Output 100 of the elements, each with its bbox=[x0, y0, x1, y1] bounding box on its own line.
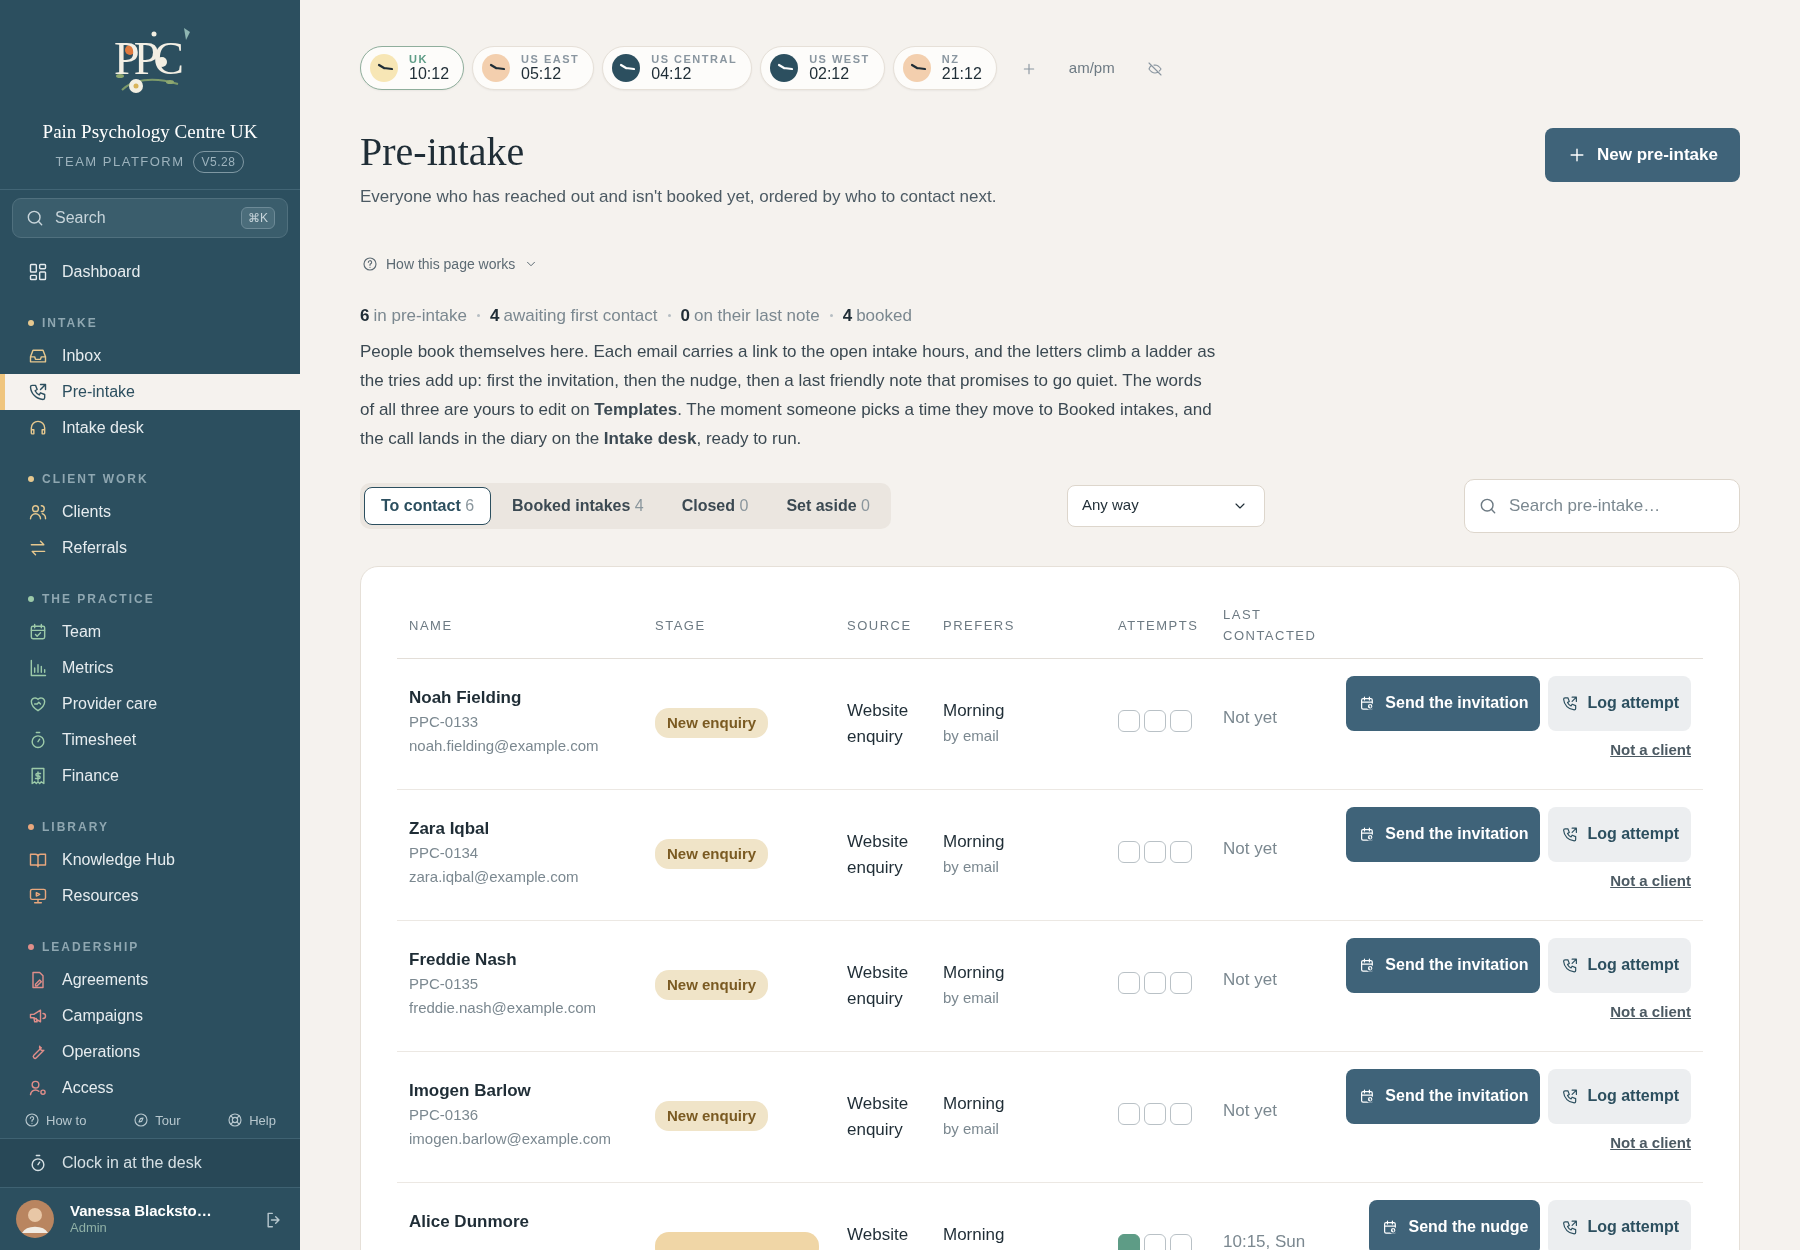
inline-link[interactable]: Templates bbox=[594, 399, 678, 419]
search-field[interactable]: Search ⌘K bbox=[12, 197, 288, 238]
clock-chip[interactable]: US EAST 05:12 bbox=[472, 46, 595, 90]
send-button[interactable]: Send the invitation bbox=[1346, 675, 1541, 731]
attempt-checkbox[interactable] bbox=[1118, 1102, 1140, 1125]
last-contacted: Not yet bbox=[1223, 1100, 1277, 1120]
zone-label: US CENTRAL bbox=[651, 53, 738, 65]
nav-item[interactable]: Agreements bbox=[0, 961, 300, 998]
send-button[interactable]: Send the nudge bbox=[1369, 1199, 1541, 1250]
nav-item[interactable]: Campaigns bbox=[0, 997, 300, 1034]
nav-item[interactable]: Provider care bbox=[0, 685, 300, 722]
attempt-checkbox[interactable] bbox=[1118, 971, 1140, 994]
not-a-client-link[interactable]: Not a client bbox=[1610, 1000, 1691, 1023]
source-text: Website bbox=[847, 1223, 910, 1246]
nav-item[interactable]: Inbox bbox=[0, 337, 300, 374]
attempt-checkbox[interactable] bbox=[1170, 1102, 1192, 1125]
nav-item[interactable]: Referrals bbox=[0, 529, 300, 566]
compass-icon bbox=[133, 1112, 150, 1129]
tab[interactable]: Closed 0 bbox=[664, 486, 766, 525]
zone-label: NZ bbox=[941, 53, 961, 65]
client-email: freddie.nash@example.com bbox=[409, 998, 597, 1018]
nav-item[interactable]: Operations bbox=[0, 1033, 300, 1070]
tab[interactable]: To contact 6 bbox=[364, 486, 492, 525]
clock-chip[interactable]: US WEST 02:12 bbox=[760, 46, 885, 90]
attempt-checkbox[interactable] bbox=[1118, 709, 1140, 732]
attempt-checkbox[interactable] bbox=[1170, 840, 1192, 863]
send-button[interactable]: Send the invitation bbox=[1346, 937, 1541, 993]
attempt-checkbox[interactable] bbox=[1118, 840, 1140, 863]
nav-item[interactable]: Knowledge Hub bbox=[0, 841, 300, 878]
client-email: zara.iqbal@example.com bbox=[409, 867, 580, 887]
log-attempt-button[interactable]: Log attempt bbox=[1548, 806, 1691, 862]
nav-item[interactable]: Clients bbox=[0, 493, 300, 530]
attempt-checkbox[interactable] bbox=[1144, 1102, 1166, 1125]
not-a-client-link[interactable]: Not a client bbox=[1610, 1131, 1691, 1154]
last-contacted: 10:15, Sun bbox=[1223, 1231, 1306, 1250]
client-ref: PPC-0135 bbox=[409, 974, 480, 994]
attempt-checkbox[interactable] bbox=[1170, 1233, 1192, 1250]
clock-chip[interactable]: US CENTRAL 04:12 bbox=[602, 46, 753, 90]
nav-item[interactable]: Dashboard bbox=[0, 253, 300, 290]
send-button[interactable]: Send the invitation bbox=[1346, 806, 1541, 862]
eye-off-icon bbox=[1146, 60, 1163, 77]
section-heading: LEADERSHIP bbox=[42, 938, 140, 956]
preference-text: Morning bbox=[943, 1223, 1006, 1246]
logo-text: PPC bbox=[114, 36, 180, 82]
attempt-checkbox[interactable] bbox=[1144, 709, 1166, 732]
attempt-checkbox[interactable] bbox=[1118, 1233, 1140, 1250]
nav-item[interactable]: Finance bbox=[0, 757, 300, 794]
clock-time: 05:12 bbox=[521, 64, 563, 83]
attempt-checkbox[interactable] bbox=[1170, 971, 1192, 994]
nav-item[interactable]: Timesheet bbox=[0, 721, 300, 758]
attempt-checkbox[interactable] bbox=[1144, 1233, 1166, 1250]
column-header: STAGE bbox=[654, 616, 707, 635]
not-a-client-link[interactable]: Not a client bbox=[1610, 738, 1691, 761]
filter-dropdown[interactable]: Any way bbox=[1067, 484, 1265, 527]
column-header: PREFERS bbox=[942, 616, 1016, 635]
client-email: imogen.barlow@example.com bbox=[409, 1129, 612, 1149]
tab[interactable]: Set aside 0 bbox=[769, 486, 887, 525]
footer-link[interactable]: Tour bbox=[133, 1110, 181, 1130]
clock-in-button[interactable]: Clock in at the desk bbox=[0, 1138, 300, 1188]
log-attempt-button[interactable]: Log attempt bbox=[1548, 937, 1691, 993]
format-toggle[interactable]: am/pm bbox=[1068, 56, 1115, 80]
client-name: Zara Iqbal bbox=[409, 817, 491, 840]
source-text: Website enquiry bbox=[847, 699, 910, 748]
log-attempt-button[interactable]: Log attempt bbox=[1548, 1199, 1691, 1250]
log-attempt-button[interactable]: Log attempt bbox=[1548, 1068, 1691, 1124]
receipt-icon bbox=[28, 765, 48, 786]
clock-chip[interactable]: UK 10:12 bbox=[360, 46, 465, 90]
calendar-icon bbox=[28, 621, 48, 642]
inline-link[interactable]: Intake desk bbox=[603, 428, 697, 448]
send-button[interactable]: Send the invitation bbox=[1346, 1068, 1541, 1124]
not-a-client-link[interactable]: Not a client bbox=[1610, 869, 1691, 892]
preference-text: Morning bbox=[943, 699, 1006, 722]
section-heading: INTAKE bbox=[42, 314, 98, 332]
nav-item[interactable]: Team bbox=[0, 613, 300, 650]
preference-text: Morning bbox=[943, 1092, 1006, 1115]
clock-time: 02:12 bbox=[809, 64, 851, 83]
stat-text: on their last note bbox=[694, 305, 820, 327]
phone-icon bbox=[28, 381, 48, 402]
attempt-checkbox[interactable] bbox=[1170, 709, 1192, 732]
help-toggle[interactable]: How this page works bbox=[360, 253, 542, 275]
nav-item[interactable]: Intake desk bbox=[0, 409, 300, 446]
footer-link[interactable]: How to bbox=[24, 1110, 87, 1130]
clock-time: 10:12 bbox=[409, 64, 450, 83]
new-pre-intake-button[interactable]: New pre-intake bbox=[1545, 128, 1740, 182]
log-attempt-button[interactable]: Log attempt bbox=[1548, 675, 1691, 731]
footer-link[interactable]: Help bbox=[227, 1110, 276, 1130]
clock-chip[interactable]: NZ 21:12 bbox=[892, 46, 997, 90]
preference-note: by email bbox=[943, 725, 1000, 746]
nav-item[interactable]: Access bbox=[0, 1069, 300, 1106]
clock-time: 21:12 bbox=[941, 64, 982, 83]
attempt-checkbox[interactable] bbox=[1144, 840, 1166, 863]
section-heading: LIBRARY bbox=[42, 818, 109, 836]
preference-note: by email bbox=[943, 856, 1000, 877]
attempt-checkbox[interactable] bbox=[1144, 971, 1166, 994]
search-field[interactable]: Search pre-intake… bbox=[1464, 478, 1740, 533]
brand-name: Pain Psychology Centre UK bbox=[42, 120, 258, 144]
nav-item[interactable]: Resources bbox=[0, 877, 300, 914]
nav-item[interactable]: Metrics bbox=[0, 649, 300, 686]
tab[interactable]: Booked intakes 4 bbox=[495, 486, 661, 525]
nav-item[interactable]: Pre-intake bbox=[0, 373, 300, 410]
